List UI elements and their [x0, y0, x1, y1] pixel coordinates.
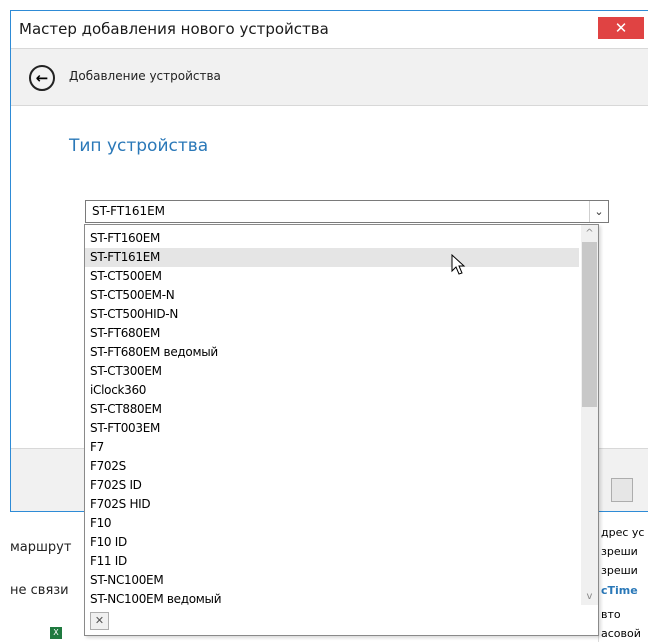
close-icon: ✕ — [614, 19, 628, 37]
dropdown-option[interactable]: ST-FT680EM ведомый — [85, 343, 579, 362]
dropdown-option[interactable]: ST-FT160EM — [85, 229, 579, 248]
back-arrow-icon[interactable]: ← — [29, 65, 55, 91]
dropdown-option[interactable]: F7 — [85, 438, 579, 457]
dropdown-option[interactable]: ST-CT300EM — [85, 362, 579, 381]
device-type-combobox[interactable]: ST-FT161EM ⌄ — [85, 200, 609, 223]
dropdown-option[interactable]: ST-CT880EM — [85, 400, 579, 419]
bg-cell: вто — [598, 606, 648, 623]
dropdown-option[interactable]: F10 ID — [85, 533, 579, 552]
dropdown-option[interactable]: iClock360 — [85, 381, 579, 400]
dropdown-option[interactable]: F702S ID — [85, 476, 579, 495]
footer-button[interactable] — [611, 478, 633, 502]
bg-cell: дрес ус — [598, 524, 648, 541]
window-title: Мастер добавления нового устройства — [19, 20, 329, 38]
dropdown-option[interactable]: ST-FT003EM — [85, 419, 579, 438]
dropdown-option[interactable]: ST-NC100EM ведомый — [85, 590, 579, 609]
scroll-thumb[interactable] — [582, 242, 597, 407]
combo-value: ST-FT161EM — [92, 204, 166, 218]
clear-button[interactable]: ✕ — [90, 612, 109, 630]
nav-title: Добавление устройства — [69, 69, 221, 83]
scroll-down-icon[interactable]: v — [581, 588, 598, 605]
dropdown-option[interactable]: ST-NC100EM — [85, 571, 579, 590]
dropdown-option[interactable]: ST-FT161EM — [85, 248, 579, 267]
wizard-nav: ← Добавление устройства — [11, 48, 648, 106]
dropdown-option[interactable]: F11 ID — [85, 552, 579, 571]
scroll-up-icon[interactable]: ^ — [581, 225, 598, 242]
title-bar: Мастер добавления нового устройства ✕ — [11, 11, 648, 48]
dropdown-option[interactable]: F702S — [85, 457, 579, 476]
bg-cell: cTime — [598, 582, 648, 599]
bg-label-link: не связи — [10, 583, 69, 598]
bg-cell: асовой — [598, 625, 648, 642]
bg-cell: зреши — [598, 543, 648, 560]
dropdown-option[interactable]: ST-FT680EM — [85, 324, 579, 343]
dropdown-option[interactable]: ST-CT500HID-N — [85, 305, 579, 324]
bg-label-route: маршрут — [10, 540, 72, 555]
dropdown-option[interactable]: ST-CT500EM — [85, 267, 579, 286]
scrollbar[interactable]: ^ v — [581, 225, 598, 605]
dropdown-option[interactable]: F702S HID — [85, 495, 579, 514]
section-heading: Тип устройства — [69, 136, 209, 156]
dropdown-option[interactable]: ST-CT500EM-N — [85, 286, 579, 305]
excel-icon: X — [50, 627, 62, 639]
bg-cell: зреши — [598, 562, 648, 579]
dropdown-option[interactable]: F10 — [85, 514, 579, 533]
mouse-cursor-icon — [451, 254, 466, 275]
close-button[interactable]: ✕ — [598, 17, 644, 39]
chevron-down-icon[interactable]: ⌄ — [589, 201, 608, 222]
device-dropdown-list: ST-FT160EM ST-FT161EM ST-CT500EM ST-CT500EM… — [84, 224, 599, 636]
